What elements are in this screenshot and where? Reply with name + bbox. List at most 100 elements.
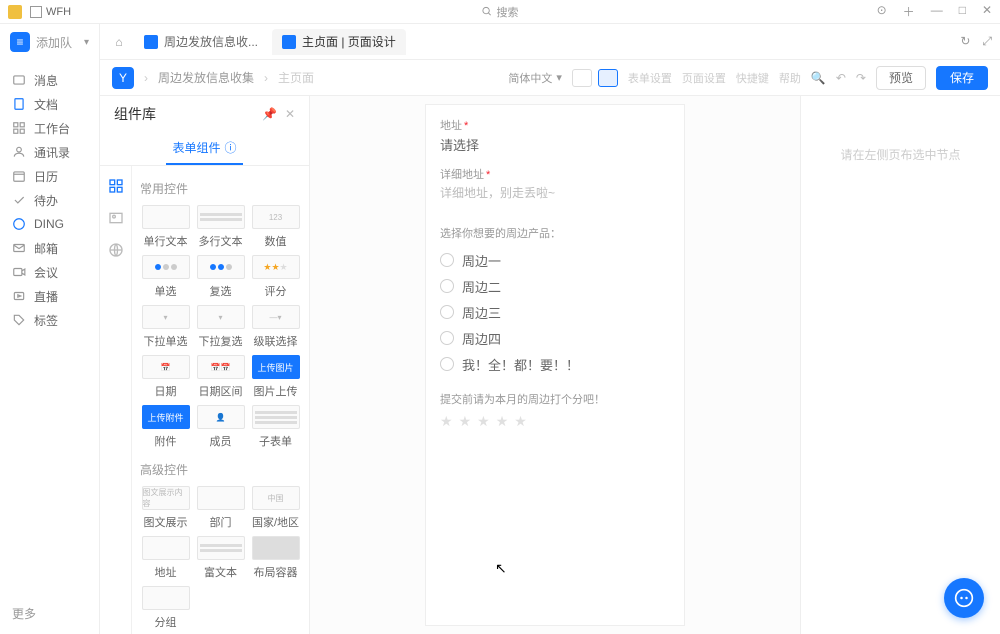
pin-icon[interactable]: 📌 [262, 107, 277, 121]
info-icon: ⓘ [225, 131, 237, 165]
rating-stars[interactable]: ★★★★★ [440, 413, 670, 430]
mobile-icon[interactable] [598, 69, 618, 87]
device-toggle [572, 69, 618, 87]
comp-number[interactable]: 123数值 [250, 205, 301, 249]
comp-richtext[interactable]: 富文本 [195, 536, 246, 580]
window-controls: ⊙ ＋ — □ ✕ [877, 3, 992, 20]
left-sidebar: ≡ 添加队 ▾ 消息 文档 工作台 通讯录 日历 待办 DING 邮箱 会议 直… [0, 24, 100, 634]
chat-icon [954, 588, 974, 608]
address-select[interactable]: 请选择 [440, 135, 670, 154]
toolbar: Y › 周边发放信息收集 › 主页面 简体中文▾ 表单设置 页面设置 快捷键 帮… [100, 60, 1000, 96]
comp-divider[interactable]: 分组 [140, 586, 191, 630]
globe-icon[interactable] [108, 242, 124, 258]
search-icon[interactable]: 🔍 [811, 71, 826, 85]
detail-input[interactable]: 详细地址，别走丢啦~ [440, 184, 670, 201]
crumb-logo-icon: Y [112, 67, 134, 89]
add-icon[interactable]: ＋ [903, 3, 915, 20]
comp-image-text[interactable]: 图文展示内容图文展示 [140, 486, 191, 530]
comp-category-rail [100, 166, 132, 634]
comp-single-text[interactable]: 单行文本 [140, 205, 191, 249]
section-common: 常用控件 [140, 180, 301, 197]
comp-tab-form[interactable]: 表单组件ⓘ [166, 132, 242, 165]
global-search[interactable]: 搜索 [482, 4, 519, 20]
expand-icon[interactable]: ⤢ [982, 34, 992, 49]
chevron-down-icon: ▾ [556, 71, 562, 84]
detail-label: 详细地址* [440, 166, 670, 182]
comp-image-upload[interactable]: 上传图片图片上传 [250, 355, 301, 399]
comp-select-single[interactable]: ▾下拉单选 [140, 305, 191, 349]
chevron-down-icon: ▾ [84, 37, 89, 48]
image-icon[interactable] [108, 210, 124, 226]
team-name: 添加队 [36, 34, 78, 51]
undo-icon[interactable]: ↶ [836, 71, 846, 85]
address-label: 地址* [440, 117, 670, 133]
tab-controls: ↻ ⤢ [960, 34, 992, 49]
properties-panel: 请在左侧页布选中节点 [800, 96, 1000, 634]
language-select[interactable]: 简体中文▾ [508, 70, 562, 86]
tab-form-collect[interactable]: 周边发放信息收... [134, 29, 268, 55]
minimize-icon[interactable]: — [931, 3, 943, 20]
toolbar-form-settings[interactable]: 表单设置 [628, 70, 672, 86]
chat-fab[interactable] [944, 578, 984, 618]
refresh-icon[interactable]: ↻ [960, 34, 970, 49]
home-icon[interactable]: ⌂ [108, 31, 130, 53]
team-selector[interactable]: ≡ 添加队 ▾ [0, 24, 99, 60]
desktop-icon[interactable] [572, 69, 592, 87]
comp-cascade[interactable]: —▾级联选择 [250, 305, 301, 349]
nav-tags[interactable]: 标签 [0, 308, 99, 332]
toolbar-page-settings[interactable]: 页面设置 [682, 70, 726, 86]
nav-calendar[interactable]: 日历 [0, 164, 99, 188]
toolbar-shortcuts[interactable]: 快捷键 [736, 70, 769, 86]
comp-department[interactable]: 部门 [195, 486, 246, 530]
tab-logo-icon [144, 35, 158, 49]
option-4[interactable]: 周边四 [440, 325, 670, 351]
nav-more[interactable]: 更多 [0, 593, 99, 634]
nav-contacts[interactable]: 通讯录 [0, 140, 99, 164]
close-icon[interactable]: ✕ [982, 3, 992, 20]
tab-bar: ⌂ 周边发放信息收... 主贞面 | 页面设计 ↻ ⤢ [100, 24, 1000, 60]
nav-messages[interactable]: 消息 [0, 68, 99, 92]
search-placeholder: 搜索 [497, 4, 519, 20]
comp-subform[interactable]: 子表单 [250, 405, 301, 449]
comp-rating[interactable]: ★★★评分 [250, 255, 301, 299]
nav-docs[interactable]: 文档 [0, 92, 99, 116]
nav-workbench[interactable]: 工作台 [0, 116, 99, 140]
option-all[interactable]: 我！全！都！要！！ [440, 351, 670, 377]
comp-daterange[interactable]: 📅📅日期区间 [195, 355, 246, 399]
comp-address[interactable]: 地址 [140, 536, 191, 580]
breadcrumb-2: 主页面 [278, 69, 314, 86]
nav-list: 消息 文档 工作台 通讯录 日历 待办 DING 邮箱 会议 直播 标签 [0, 60, 99, 332]
nav-meeting[interactable]: 会议 [0, 260, 99, 284]
option-1[interactable]: 周边一 [440, 247, 670, 273]
nav-mail[interactable]: 邮箱 [0, 236, 99, 260]
save-button[interactable]: 保存 [936, 66, 988, 90]
comp-layout[interactable]: 布局容器 [250, 536, 301, 580]
nav-live[interactable]: 直播 [0, 284, 99, 308]
comp-radio[interactable]: 单选 [140, 255, 191, 299]
comp-attachment[interactable]: 上传附件附件 [140, 405, 191, 449]
component-library: 组件库 📌✕ 表单组件ⓘ 常用控件 单行文本 多行文本 [100, 96, 310, 634]
canvas[interactable]: 地址* 请选择 详细地址* 详细地址，别走丢啦~ 选择你想要的周边产品： 周边一… [310, 96, 800, 634]
empty-hint: 请在左侧页布选中节点 [840, 146, 960, 163]
close-panel-icon[interactable]: ✕ [285, 107, 295, 121]
breadcrumb-1[interactable]: 周边发放信息收集 [158, 69, 254, 86]
comp-date[interactable]: 📅日期 [140, 355, 191, 399]
comp-select-multi[interactable]: ▾下拉复选 [195, 305, 246, 349]
back-icon[interactable]: ⊙ [877, 3, 887, 20]
comp-region[interactable]: 中国国家/地区 [250, 486, 301, 530]
comp-multi-text[interactable]: 多行文本 [195, 205, 246, 249]
maximize-icon[interactable]: □ [959, 3, 966, 20]
option-3[interactable]: 周边三 [440, 299, 670, 325]
comp-checkbox[interactable]: 复选 [195, 255, 246, 299]
nav-ding[interactable]: DING [0, 212, 99, 236]
form-preview: 地址* 请选择 详细地址* 详细地址，别走丢啦~ 选择你想要的周边产品： 周边一… [425, 104, 685, 626]
preview-button[interactable]: 预览 [876, 66, 926, 90]
option-2[interactable]: 周边二 [440, 273, 670, 299]
comp-member[interactable]: 👤成员 [195, 405, 246, 449]
tab-page-design[interactable]: 主贞面 | 页面设计 [272, 29, 406, 55]
window-title: WFH [46, 6, 71, 18]
nav-todo[interactable]: 待办 [0, 188, 99, 212]
grid-icon[interactable] [108, 178, 124, 194]
toolbar-help[interactable]: 帮助 [779, 70, 801, 86]
redo-icon[interactable]: ↷ [856, 71, 866, 85]
